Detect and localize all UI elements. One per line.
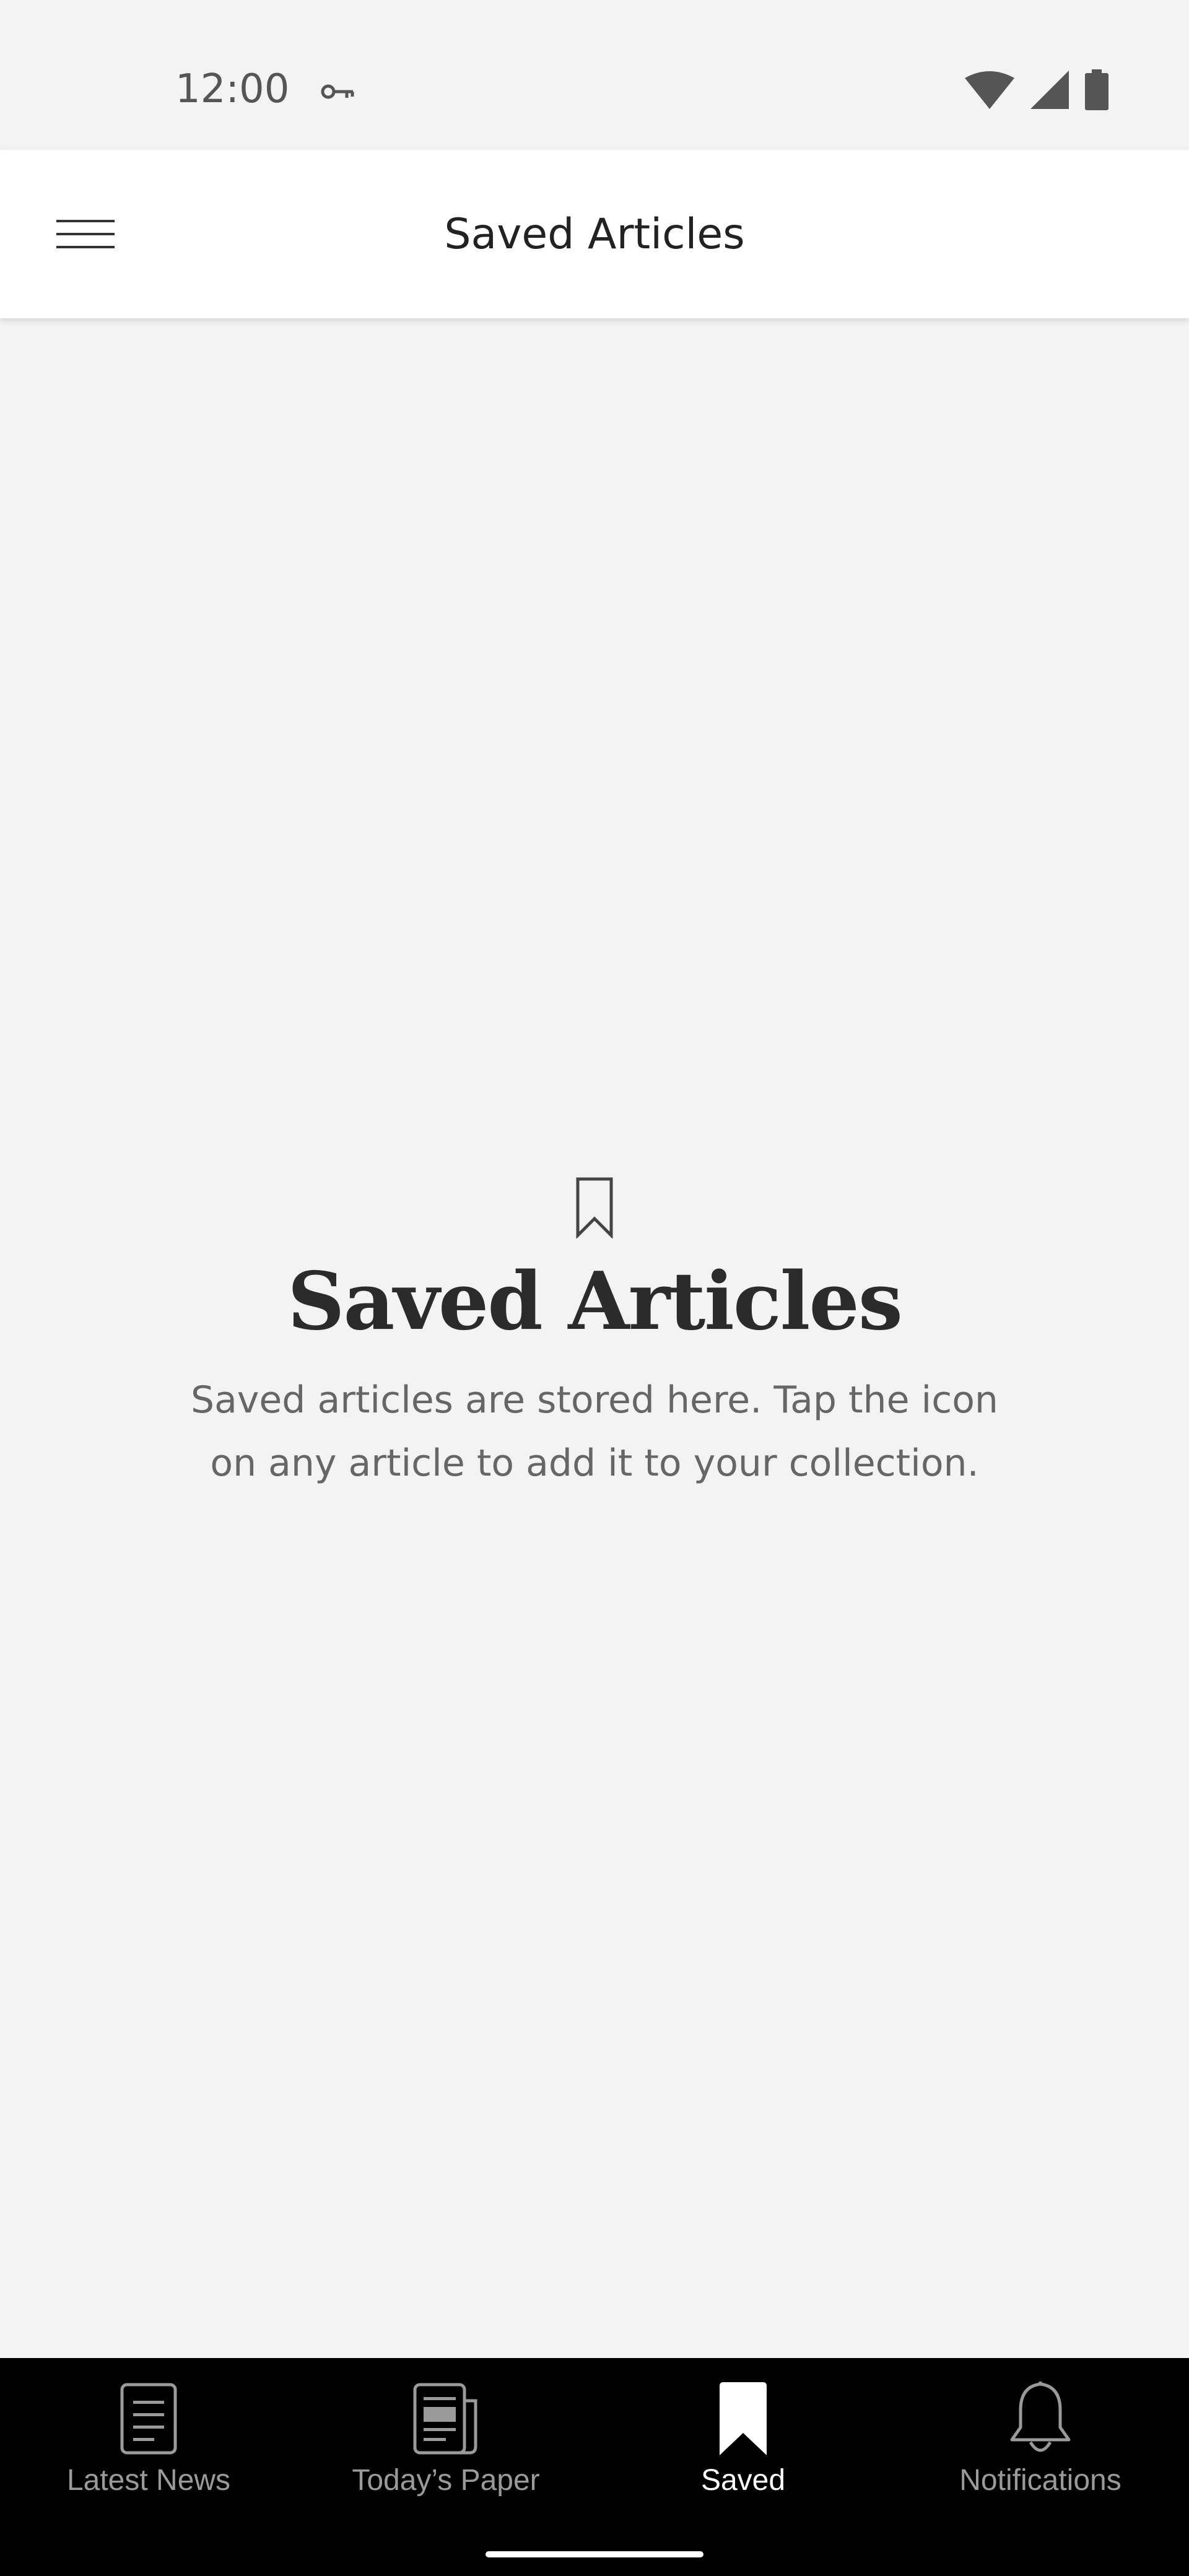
cell-signal-icon: [1030, 71, 1069, 109]
nav-item-saved[interactable]: Saved: [594, 2358, 892, 2538]
status-icons: [965, 69, 1108, 110]
saved-articles-screen: 12:00 Saved Articles Saved Articles Save…: [0, 0, 1189, 2576]
bell-icon: [1010, 2382, 1071, 2452]
bottom-navigation: Latest News Today’s Paper Saved Notifica…: [0, 2358, 1189, 2576]
empty-state: Saved Articles Saved articles are stored…: [0, 1177, 1189, 1495]
empty-state-description: Saved articles are stored here. Tap the …: [191, 1378, 998, 1485]
nav-label-todays-paper: Today’s Paper: [352, 2464, 540, 2497]
nav-item-notifications[interactable]: Notifications: [892, 2358, 1189, 2538]
wifi-icon: [965, 71, 1014, 109]
bookmark-outline-icon: [576, 1177, 613, 1238]
nav-label-latest-news: Latest News: [66, 2464, 231, 2497]
nav-item-todays-paper[interactable]: Today’s Paper: [297, 2358, 594, 2538]
battery-icon: [1085, 69, 1108, 110]
document-icon: [120, 2383, 177, 2455]
newspaper-icon: [413, 2383, 477, 2455]
bookmark-filled-icon: [720, 2382, 767, 2455]
app-bar: Saved Articles: [0, 150, 1189, 318]
nav-label-notifications: Notifications: [959, 2464, 1121, 2497]
nav-item-latest-news[interactable]: Latest News: [0, 2358, 297, 2538]
status-bar: 12:00: [0, 0, 1189, 150]
vpn-key-icon: [321, 84, 354, 99]
home-indicator[interactable]: [486, 2551, 703, 2557]
nav-label-saved: Saved: [700, 2464, 786, 2497]
empty-state-title: Saved Articles: [287, 1255, 903, 1348]
page-title: Saved Articles: [444, 210, 745, 259]
status-time: 12:00: [175, 66, 290, 112]
